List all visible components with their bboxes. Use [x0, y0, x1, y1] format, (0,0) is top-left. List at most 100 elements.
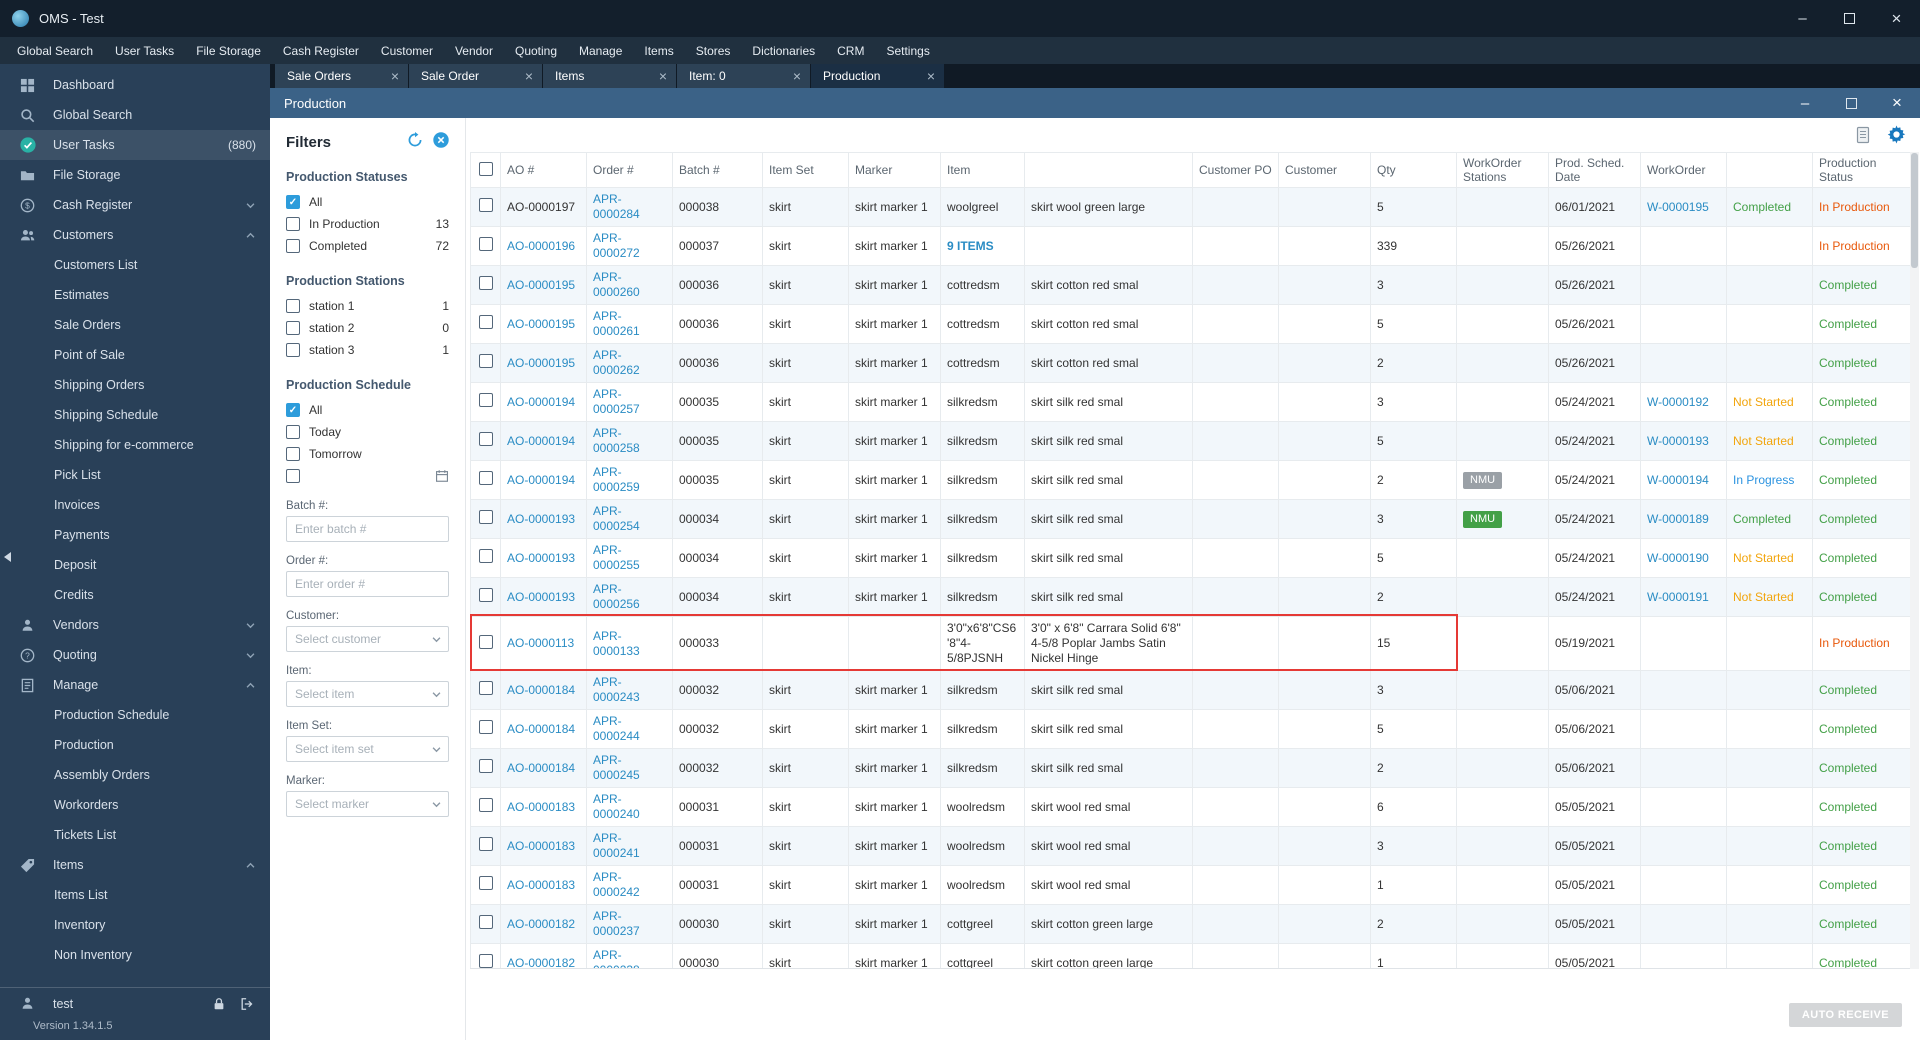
- sidebar-item-non-inventory[interactable]: Non Inventory: [0, 940, 270, 970]
- menu-item-dictionaries[interactable]: Dictionaries: [741, 37, 826, 64]
- ao-link[interactable]: AO-0000195: [507, 356, 575, 370]
- sidebar-item-user-tasks[interactable]: User Tasks (880): [0, 130, 270, 160]
- inner-maximize-button[interactable]: [1828, 88, 1874, 118]
- sidebar-item-assembly-orders[interactable]: Assembly Orders: [0, 760, 270, 790]
- select-all-checkbox[interactable]: [478, 161, 493, 176]
- gear-icon[interactable]: [1887, 125, 1906, 144]
- tab-close-icon[interactable]: [525, 68, 533, 84]
- table-row[interactable]: AO-0000183 APR-0000242 000031 skirt skirt ma…: [470, 865, 1911, 905]
- order-link[interactable]: APR-0000272: [593, 231, 640, 260]
- ao-link[interactable]: AO-0000195: [507, 278, 575, 292]
- row-checkbox[interactable]: [478, 237, 493, 251]
- document-icon[interactable]: [1855, 126, 1871, 144]
- tab-close-icon[interactable]: [391, 68, 399, 84]
- filter-option-station-1[interactable]: station 1 1: [286, 295, 449, 317]
- sidebar-item-pick-list[interactable]: Pick List: [0, 460, 270, 490]
- sidebar-item-production[interactable]: Production: [0, 730, 270, 760]
- ao-link[interactable]: AO-0000196: [507, 239, 575, 253]
- ao-link[interactable]: AO-0000193: [507, 590, 575, 604]
- auto-receive-button[interactable]: AUTO RECEIVE: [1788, 1003, 1902, 1027]
- menu-item-settings[interactable]: Settings: [875, 37, 940, 64]
- row-checkbox[interactable]: [478, 393, 493, 407]
- table-row[interactable]: AO-0000194 APR-0000259 000035 skirt skirt ma…: [470, 460, 1911, 500]
- table-row[interactable]: AO-0000195 APR-0000261 000036 skirt skirt ma…: [470, 304, 1911, 344]
- row-checkbox[interactable]: [478, 634, 493, 649]
- sidebar-item-workorders[interactable]: Workorders: [0, 790, 270, 820]
- sidebar-item-cash-register[interactable]: $ Cash Register: [0, 190, 270, 220]
- sidebar-item-tickets-list[interactable]: Tickets List: [0, 820, 270, 850]
- order-link[interactable]: APR-0000243: [593, 675, 640, 704]
- filter-option-all[interactable]: All: [286, 191, 449, 213]
- filter-option-station-3[interactable]: station 3 1: [286, 339, 449, 361]
- sidebar-item-inventory[interactable]: Inventory: [0, 910, 270, 940]
- item-link[interactable]: 9 ITEMS: [947, 239, 994, 253]
- sidebar-item-shipping-schedule[interactable]: Shipping Schedule: [0, 400, 270, 430]
- sidebar-item-global-search[interactable]: Global Search: [0, 100, 270, 130]
- order-link[interactable]: APR-0000255: [593, 543, 640, 572]
- sidebar-item-production-schedule[interactable]: Production Schedule: [0, 700, 270, 730]
- table-row[interactable]: AO-0000113 APR-0000133 000033 3'0"x6'8"CS6'…: [470, 616, 1911, 671]
- filter-option-all[interactable]: All: [286, 399, 449, 421]
- tab-close-icon[interactable]: [927, 68, 935, 84]
- sidebar-item-items[interactable]: Items: [0, 850, 270, 880]
- ao-link[interactable]: AO-0000183: [507, 839, 575, 853]
- marker-select[interactable]: Select marker: [286, 791, 449, 817]
- row-checkbox[interactable]: [478, 588, 493, 602]
- order-link[interactable]: APR-0000261: [593, 309, 640, 338]
- table-row[interactable]: AO-0000197 APR-0000284 000038 skirt skirt ma…: [470, 187, 1911, 227]
- tab-close-icon[interactable]: [793, 68, 801, 84]
- table-row[interactable]: AO-0000195 APR-0000260 000036 skirt skirt ma…: [470, 265, 1911, 305]
- sidebar-item-invoices[interactable]: Invoices: [0, 490, 270, 520]
- row-checkbox[interactable]: [478, 432, 493, 446]
- checkbox[interactable]: [286, 447, 300, 461]
- sidebar-item-payments[interactable]: Payments: [0, 520, 270, 550]
- row-checkbox[interactable]: [478, 876, 493, 890]
- ao-link[interactable]: AO-0000184: [507, 722, 575, 736]
- table-row[interactable]: AO-0000195 APR-0000262 000036 skirt skirt ma…: [470, 343, 1911, 383]
- row-checkbox[interactable]: [478, 354, 493, 368]
- order-link[interactable]: APR-0000245: [593, 753, 640, 782]
- sidebar-item-file-storage[interactable]: File Storage: [0, 160, 270, 190]
- row-checkbox[interactable]: [478, 681, 493, 695]
- row-checkbox[interactable]: [478, 837, 493, 851]
- tab-items[interactable]: Items: [543, 64, 676, 88]
- order-link[interactable]: APR-0000260: [593, 270, 640, 299]
- scrollbar-thumb[interactable]: [1911, 153, 1918, 268]
- sidebar-item-sale-orders[interactable]: Sale Orders: [0, 310, 270, 340]
- menu-item-stores[interactable]: Stores: [685, 37, 742, 64]
- checkbox[interactable]: [286, 321, 300, 335]
- menu-item-quoting[interactable]: Quoting: [504, 37, 568, 64]
- table-row[interactable]: AO-0000194 APR-0000257 000035 skirt skirt ma…: [470, 382, 1911, 422]
- filter-option-tomorrow[interactable]: Tomorrow: [286, 443, 449, 465]
- sidebar-item-estimates[interactable]: Estimates: [0, 280, 270, 310]
- table-row[interactable]: AO-0000196 APR-0000272 000037 skirt skirt ma…: [470, 226, 1911, 266]
- customer-select[interactable]: Select customer: [286, 626, 449, 652]
- table-row[interactable]: AO-0000184 APR-0000243 000032 skirt skirt ma…: [470, 670, 1911, 710]
- workorder-link[interactable]: W-0000191: [1647, 590, 1709, 604]
- order-link[interactable]: APR-0000262: [593, 348, 640, 377]
- item-set-select[interactable]: Select item set: [286, 736, 449, 762]
- order-link[interactable]: APR-0000258: [593, 426, 640, 455]
- order-link[interactable]: APR-0000237: [593, 909, 640, 938]
- tab-close-icon[interactable]: [659, 68, 667, 84]
- order-link[interactable]: APR-0000259: [593, 465, 640, 494]
- checkbox[interactable]: [286, 343, 300, 357]
- table-row[interactable]: AO-0000184 APR-0000245 000032 skirt skirt ma…: [470, 748, 1911, 788]
- checkbox[interactable]: [286, 217, 300, 231]
- maximize-button[interactable]: [1826, 0, 1873, 37]
- inner-close-button[interactable]: [1874, 88, 1920, 118]
- table-row[interactable]: AO-0000194 APR-0000258 000035 skirt skirt ma…: [470, 421, 1911, 461]
- workorder-link[interactable]: W-0000193: [1647, 434, 1709, 448]
- order-link[interactable]: APR-0000244: [593, 714, 640, 743]
- workorder-link[interactable]: W-0000194: [1647, 473, 1709, 487]
- order-link[interactable]: APR-0000242: [593, 870, 640, 899]
- batch-input[interactable]: [286, 516, 449, 542]
- sidebar-item-customers-list[interactable]: Customers List: [0, 250, 270, 280]
- table-row[interactable]: AO-0000183 APR-0000240 000031 skirt skirt ma…: [470, 787, 1911, 827]
- minimize-button[interactable]: [1779, 0, 1826, 37]
- sidebar-item-customers[interactable]: Customers: [0, 220, 270, 250]
- ao-link[interactable]: AO-0000193: [507, 551, 575, 565]
- ao-link[interactable]: AO-0000182: [507, 956, 575, 969]
- ao-link[interactable]: AO-0000183: [507, 800, 575, 814]
- row-checkbox[interactable]: [478, 510, 493, 524]
